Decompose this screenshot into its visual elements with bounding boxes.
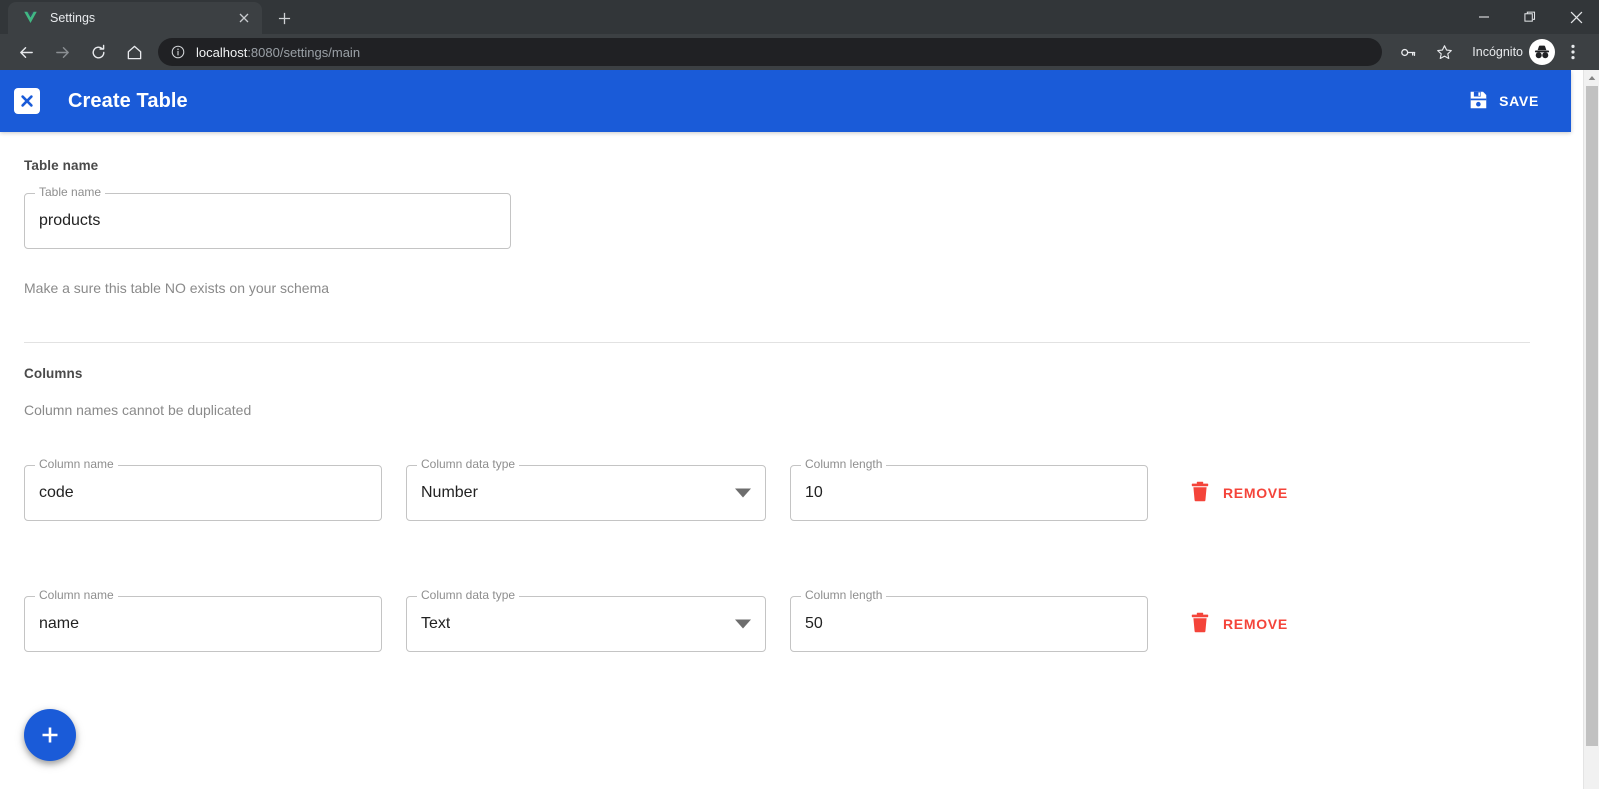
vue-logo-icon [22,10,38,26]
tab-close-icon[interactable] [234,8,254,28]
browser-toolbar: localhost:8080/settings/main Incógnito [0,34,1599,70]
incognito-avatar-icon[interactable] [1529,39,1555,65]
window-controls [1461,0,1599,34]
browser-tab-title: Settings [50,11,96,25]
scrollbar-thumb[interactable] [1586,86,1598,746]
reload-icon[interactable] [83,37,113,67]
column-length-input-1[interactable]: Column length 50 [790,589,1148,652]
column-type-value-0: Number [421,484,478,501]
browser-window: Settings localhost:8080/settings/main In… [0,0,1599,789]
column-name-input-0[interactable]: Column name code [24,458,382,521]
toolbar-right-actions: Incógnito [1390,37,1591,67]
column-name-input-1[interactable]: Column name name [24,589,382,652]
column-length-value-0: 10 [805,484,823,501]
save-button-label: SAVE [1499,93,1539,109]
table-name-input-label: Table name [35,186,106,198]
star-icon[interactable] [1429,37,1459,67]
url-path: :8080/settings/main [247,44,361,60]
address-bar-url: localhost:8080/settings/main [196,45,360,60]
maximize-icon[interactable] [1507,0,1553,34]
column-length-input-0[interactable]: Column length 10 [790,458,1148,521]
three-dot-menu-icon[interactable] [1558,37,1588,67]
column-type-select-1[interactable]: Column data type Text [406,589,766,652]
table-row: Column name name Column data type Text C… [24,589,1547,652]
table-name-input-value: products [39,212,101,229]
column-name-value-0: code [39,484,74,501]
column-name-label-1: Column name [35,589,118,601]
add-column-fab[interactable] [24,709,76,761]
window-close-icon[interactable] [1553,0,1599,34]
column-length-label-1: Column length [801,589,887,601]
page-scrollbar[interactable] [1583,70,1599,789]
column-name-label-0: Column name [35,458,118,470]
column-type-select-0[interactable]: Column data type Number [406,458,766,521]
close-dialog-button[interactable] [14,88,40,114]
create-table-page: Create Table SAVE Table name Table name … [0,70,1571,789]
app-header: Create Table SAVE [0,70,1571,132]
table-name-heading: Table name [24,158,99,173]
new-tab-button[interactable] [270,4,298,32]
column-length-value-1: 50 [805,615,823,632]
columns-hint: Column names cannot be duplicated [24,402,252,418]
incognito-label: Incógnito [1472,45,1523,59]
column-length-label-0: Column length [801,458,887,470]
form-content: Table name Table name products Make a su… [0,132,1571,652]
forward-arrow-icon[interactable] [47,37,77,67]
table-name-input[interactable]: Table name products [24,186,511,249]
home-icon[interactable] [119,37,149,67]
browser-tab-settings[interactable]: Settings [8,2,262,34]
save-button[interactable]: SAVE [1459,82,1547,121]
column-type-value-1: Text [421,615,451,632]
page-viewport: Create Table SAVE Table name Table name … [0,70,1599,789]
table-row: Column name code Column data type Number… [24,458,1547,521]
trash-icon [1190,612,1210,636]
chevron-down-icon[interactable] [735,619,751,629]
scrollbar-up-arrow[interactable] [1584,70,1599,86]
table-name-hint: Make a sure this table NO exists on your… [24,280,330,296]
remove-column-button-0[interactable]: REMOVE [1180,473,1298,513]
close-x-icon [21,95,33,107]
columns-heading: Columns [24,366,83,381]
info-circle-icon[interactable] [170,44,186,60]
back-arrow-icon[interactable] [11,37,41,67]
column-name-value-1: name [39,615,80,632]
save-floppy-icon [1467,89,1489,114]
section-divider [24,342,1530,343]
remove-column-button-1[interactable]: REMOVE [1180,604,1298,644]
remove-column-label-0: REMOVE [1223,485,1288,501]
minimize-icon[interactable] [1461,0,1507,34]
url-host: localhost [196,44,248,60]
column-type-label-0: Column data type [417,458,520,470]
remove-column-label-1: REMOVE [1223,616,1288,632]
address-bar[interactable]: localhost:8080/settings/main [158,38,1383,66]
trash-icon [1190,481,1210,505]
column-type-label-1: Column data type [417,589,520,601]
chevron-down-icon[interactable] [735,488,751,498]
plus-icon [42,727,58,743]
key-icon[interactable] [1393,37,1423,67]
browser-tabstrip: Settings [0,0,1599,34]
page-title: Create Table [68,89,188,112]
